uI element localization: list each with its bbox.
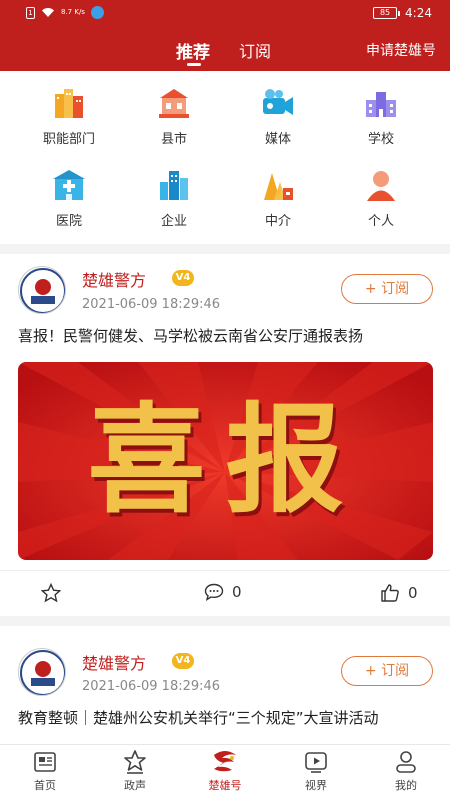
- category-label: 学校: [367, 132, 394, 147]
- verified-badge: V4: [172, 653, 194, 669]
- comment-button[interactable]: 0: [204, 583, 242, 601]
- category-label: 职能部门: [42, 132, 95, 147]
- category-item[interactable]: 医院: [29, 168, 109, 229]
- video-play-icon: [305, 752, 327, 773]
- top-header: 1 8.7 K/s 85 4:24 推荐 订阅 申请楚雄号: [0, 0, 450, 71]
- category-item[interactable]: 中介: [238, 168, 318, 229]
- school-icon: [366, 92, 396, 117]
- author-name[interactable]: 楚雄警方: [82, 267, 146, 291]
- banner-text: 喜报: [87, 390, 364, 529]
- like-count: 0: [408, 584, 418, 602]
- wifi-icon: [42, 8, 54, 17]
- category-label: 中介: [264, 214, 291, 229]
- category-grid: 职能部门 县市 媒体 学校 医院 企业 中介 个人: [0, 86, 450, 236]
- user-icon: [396, 751, 416, 773]
- comment-count: 0: [232, 583, 242, 601]
- category-item[interactable]: 个人: [341, 168, 421, 229]
- police-emblem-icon: [20, 268, 65, 313]
- verified-badge: V4: [172, 270, 194, 286]
- subscribe-button[interactable]: + 订阅: [341, 656, 433, 686]
- category-item[interactable]: 职能部门: [29, 86, 109, 147]
- newspaper-icon: [34, 752, 56, 772]
- post-actions: 0 0: [0, 570, 450, 616]
- agency-icon: [264, 173, 293, 200]
- like-button[interactable]: 0: [380, 583, 418, 603]
- category-label: 县市: [160, 132, 187, 147]
- post-date: 2021-06-09 18:29:46: [82, 297, 221, 312]
- category-item[interactable]: 县市: [134, 86, 214, 147]
- hospital-icon: [53, 170, 85, 200]
- nav-home[interactable]: 首页: [10, 749, 80, 793]
- author-name[interactable]: 楚雄警方: [82, 650, 146, 674]
- sim-icon: 1: [26, 6, 35, 19]
- category-label: 个人: [367, 214, 394, 229]
- person-icon: [367, 171, 395, 201]
- star-icon: [41, 583, 61, 603]
- category-item[interactable]: 学校: [341, 86, 421, 147]
- category-label: 企业: [160, 214, 187, 229]
- subscribe-button[interactable]: + 订阅: [341, 274, 433, 304]
- category-label: 医院: [55, 214, 82, 229]
- post-date: 2021-06-09 18:29:46: [82, 679, 221, 694]
- police-emblem-icon: [20, 650, 65, 695]
- tab-subscribe[interactable]: 订阅: [239, 38, 271, 62]
- nav-label: 我的: [395, 779, 417, 792]
- post-image[interactable]: 喜报: [18, 362, 433, 560]
- clock: 4:24: [405, 6, 432, 20]
- battery-icon: 85: [373, 7, 401, 19]
- post-card: 楚雄警方 V4 2021-06-09 18:29:46 + 订阅 教育整顿｜楚雄…: [0, 626, 450, 744]
- category-label: 媒体: [264, 132, 291, 147]
- apply-account-link[interactable]: 申请楚雄号: [366, 40, 436, 60]
- nav-label: 政声: [124, 779, 146, 792]
- nav-chuxiong-account[interactable]: 楚雄号: [190, 749, 260, 793]
- landmark-icon: [124, 750, 146, 774]
- post-title[interactable]: 喜报！民警何健发、马学松被云南省公安厅通报表扬: [18, 324, 436, 348]
- nav-label: 楚雄号: [208, 779, 242, 792]
- tab-recommend[interactable]: 推荐: [176, 38, 210, 63]
- status-bar: 1 8.7 K/s 85 4:24: [0, 0, 450, 28]
- category-item[interactable]: 企业: [134, 168, 214, 229]
- nav-profile[interactable]: 我的: [371, 749, 441, 793]
- post-card: 楚雄警方 V4 2021-06-09 18:29:46 + 订阅 喜报！民警何健…: [0, 254, 450, 616]
- avatar[interactable]: [18, 266, 66, 314]
- network-speed: 8.7 K/s: [61, 8, 85, 16]
- chuxiong-logo-icon: [214, 751, 236, 772]
- nav-vision[interactable]: 视界: [281, 749, 351, 793]
- section-divider: [0, 616, 450, 626]
- government-building-icon: [55, 89, 83, 118]
- camera-icon: [263, 89, 293, 115]
- nav-label: 首页: [34, 779, 56, 792]
- section-divider: [0, 244, 450, 254]
- notification-icon: [90, 6, 104, 19]
- active-tab-indicator: [187, 63, 201, 66]
- nav-label: 视界: [305, 779, 327, 792]
- bottom-navigation: 首页 政声 楚雄号 视界 我的: [0, 744, 450, 800]
- avatar[interactable]: [18, 648, 66, 696]
- category-item[interactable]: 媒体: [238, 86, 318, 147]
- favorite-button[interactable]: [41, 583, 61, 603]
- office-buildings-icon: [160, 171, 188, 200]
- city-hall-icon: [159, 89, 189, 118]
- post-title[interactable]: 教育整顿｜楚雄州公安机关举行“三个规定”大宣讲活动: [18, 706, 436, 730]
- thumbs-up-icon: [381, 584, 399, 602]
- nav-politics[interactable]: 政声: [100, 749, 170, 793]
- comment-icon: [204, 583, 224, 601]
